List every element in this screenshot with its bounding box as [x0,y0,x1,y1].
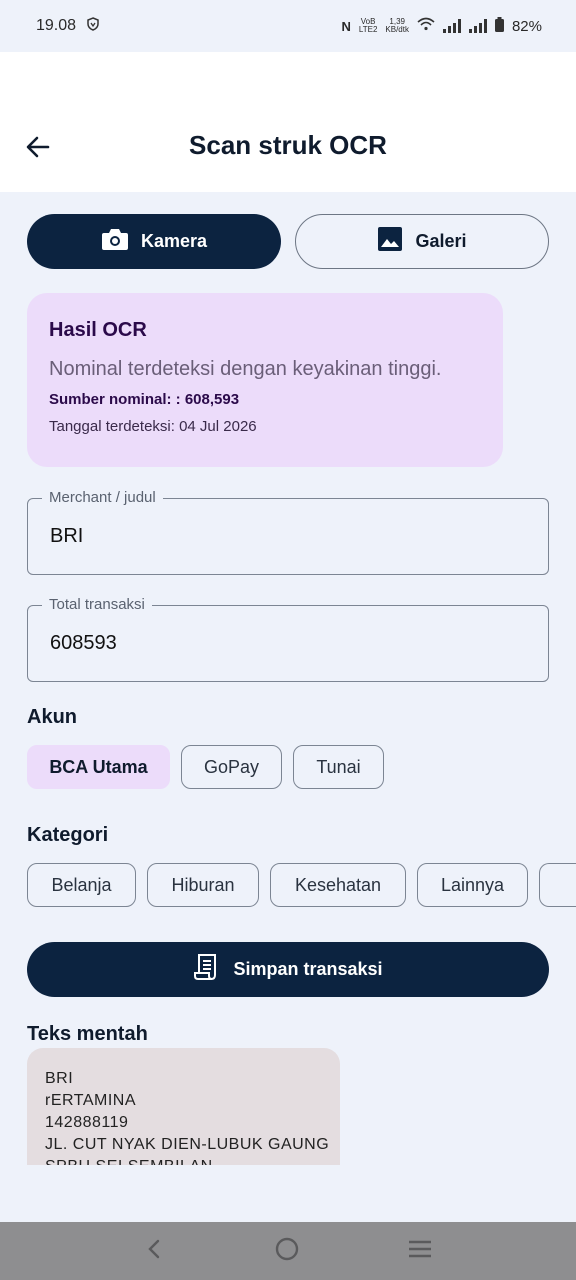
nfc-icon: N [341,18,351,34]
ocr-date: Tanggal terdeteksi: 04 Jul 2026 [49,418,257,435]
battery-level: 82% [511,17,542,35]
nav-home-icon[interactable] [275,1237,299,1266]
raw-text-line: JL. CUT NYAK DIEN-LUBUK GAUNG [45,1136,330,1153]
category-chip-partial[interactable] [539,863,576,907]
raw-text-label: Teks mentah [27,1023,148,1045]
network-speed: 1,39 KB/dtk [385,17,409,34]
total-label: Total transaksi [42,596,152,613]
nav-recents-icon[interactable] [408,1239,432,1264]
account-chip[interactable]: Tunai [293,745,384,789]
ocr-description: Nominal terdeteksi dengan keyakinan ting… [49,358,442,380]
battery-icon [494,16,504,36]
app-bar: Scan struk OCR [0,52,576,192]
total-value: 608593 [50,632,117,654]
category-section-label: Kategori [27,824,109,846]
merchant-field[interactable]: Merchant / judul BRI [27,489,549,575]
account-section-label: Akun [27,706,77,728]
image-icon [377,226,403,257]
category-chip[interactable]: Hiburan [147,863,259,907]
raw-text-line: SPBU SEI SEMBILAN [45,1156,322,1165]
merchant-value: BRI [50,525,84,547]
total-field[interactable]: Total transaksi 608593 [27,596,549,682]
category-chip[interactable]: Belanja [27,863,136,907]
status-time: 19.08 [36,17,77,34]
camera-icon [101,227,129,256]
wifi-icon [417,17,435,35]
category-chip[interactable]: Kesehatan [270,863,406,907]
ocr-title: Hasil OCR [49,319,147,341]
ocr-result-card: Hasil OCR Nominal terdeteksi dengan keya… [27,293,503,467]
receipt-icon [193,953,219,986]
status-bar: 19.08 N VoB LTE2 1,39 KB/dtk 82% [0,0,576,52]
raw-text-box: BRI rERTAMINA 142888119 JL. CUT NYAK DIE… [27,1048,340,1165]
camera-button[interactable]: Kamera [27,214,281,269]
account-chip[interactable]: BCA Utama [27,745,170,789]
raw-text-line: 142888119 [45,1114,129,1131]
camera-label: Kamera [140,231,208,251]
gallery-button[interactable]: Galeri [295,214,549,269]
system-nav-bar [0,1222,576,1280]
shield-icon [86,16,100,36]
account-chip[interactable]: GoPay [181,745,282,789]
ocr-nominal: Sumber nominal: : 608,593 [49,391,240,408]
network-type: VoB LTE2 [358,17,378,34]
category-chip[interactable]: Lainnya [417,863,528,907]
raw-text-line: BRI [45,1070,74,1087]
save-transaction-button[interactable]: Simpan transaksi [27,942,549,997]
signal-icon-2 [468,19,487,33]
save-label: Simpan transaksi [233,959,383,979]
raw-text-line: rERTAMINA [45,1092,137,1109]
page-title: Scan struk OCR [189,130,387,160]
merchant-label: Merchant / judul [42,489,163,506]
gallery-label: Galeri [415,231,467,251]
signal-icon-1 [442,19,461,33]
nav-back-icon[interactable] [144,1238,166,1265]
